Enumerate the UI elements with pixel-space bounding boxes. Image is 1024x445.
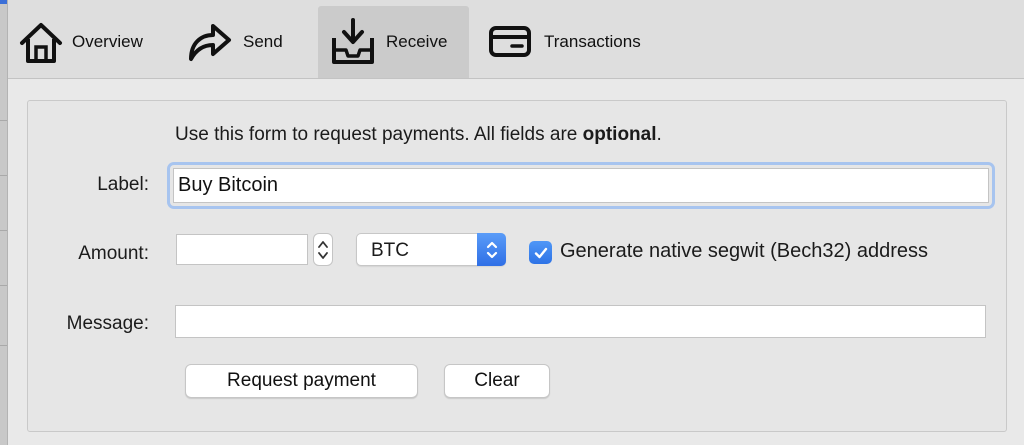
tab-receive-label: Receive [386,32,448,51]
segwit-checkbox-label[interactable]: Generate native segwit (Bech32) address [560,240,928,263]
tab-overview[interactable]: Overview [16,6,166,78]
edge-divider [0,230,7,231]
label-input[interactable] [173,168,989,203]
home-icon [16,17,66,67]
checkmark-icon [534,247,547,258]
tab-receive[interactable]: Receive [318,6,469,78]
message-input[interactable] [175,305,986,338]
stepper-arrows-icon [318,240,328,259]
amount-stepper[interactable] [313,233,333,266]
tab-send[interactable]: Send [183,6,303,78]
amount-field-label: Amount: [78,243,149,264]
unit-select-value: BTC [371,240,409,261]
receive-window: Overview Send Receive Transactions Use t… [0,0,1024,445]
edge-divider [0,120,7,121]
message-field-label: Message: [66,313,149,334]
segwit-checkbox[interactable] [529,241,552,264]
select-chevron-icon [477,233,506,266]
left-window-edge [0,0,8,445]
request-payment-button[interactable]: Request payment [185,364,418,398]
edge-divider [0,175,7,176]
clear-button[interactable]: Clear [444,364,550,398]
window-accent-strip [0,0,7,4]
main-toolbar: Overview Send Receive Transactions [8,0,1024,79]
card-icon [488,22,532,62]
receive-tray-icon [330,16,376,68]
label-field-label: Label: [97,174,149,195]
instructions-period: . [656,124,662,145]
amount-input[interactable] [176,234,308,265]
send-arrow-icon [183,17,235,67]
tab-send-label: Send [243,32,283,51]
tab-transactions-label: Transactions [544,32,641,51]
form-instructions: Use this form to request payments. All f… [175,124,662,146]
tab-transactions[interactable]: Transactions [488,6,658,78]
edge-divider [0,285,7,286]
edge-divider [0,345,7,346]
unit-select[interactable]: BTC [356,233,506,266]
optional-emphasis: optional [582,124,657,145]
tab-overview-label: Overview [72,32,143,51]
instructions-text: Use this form to request payments. All f… [175,124,583,145]
